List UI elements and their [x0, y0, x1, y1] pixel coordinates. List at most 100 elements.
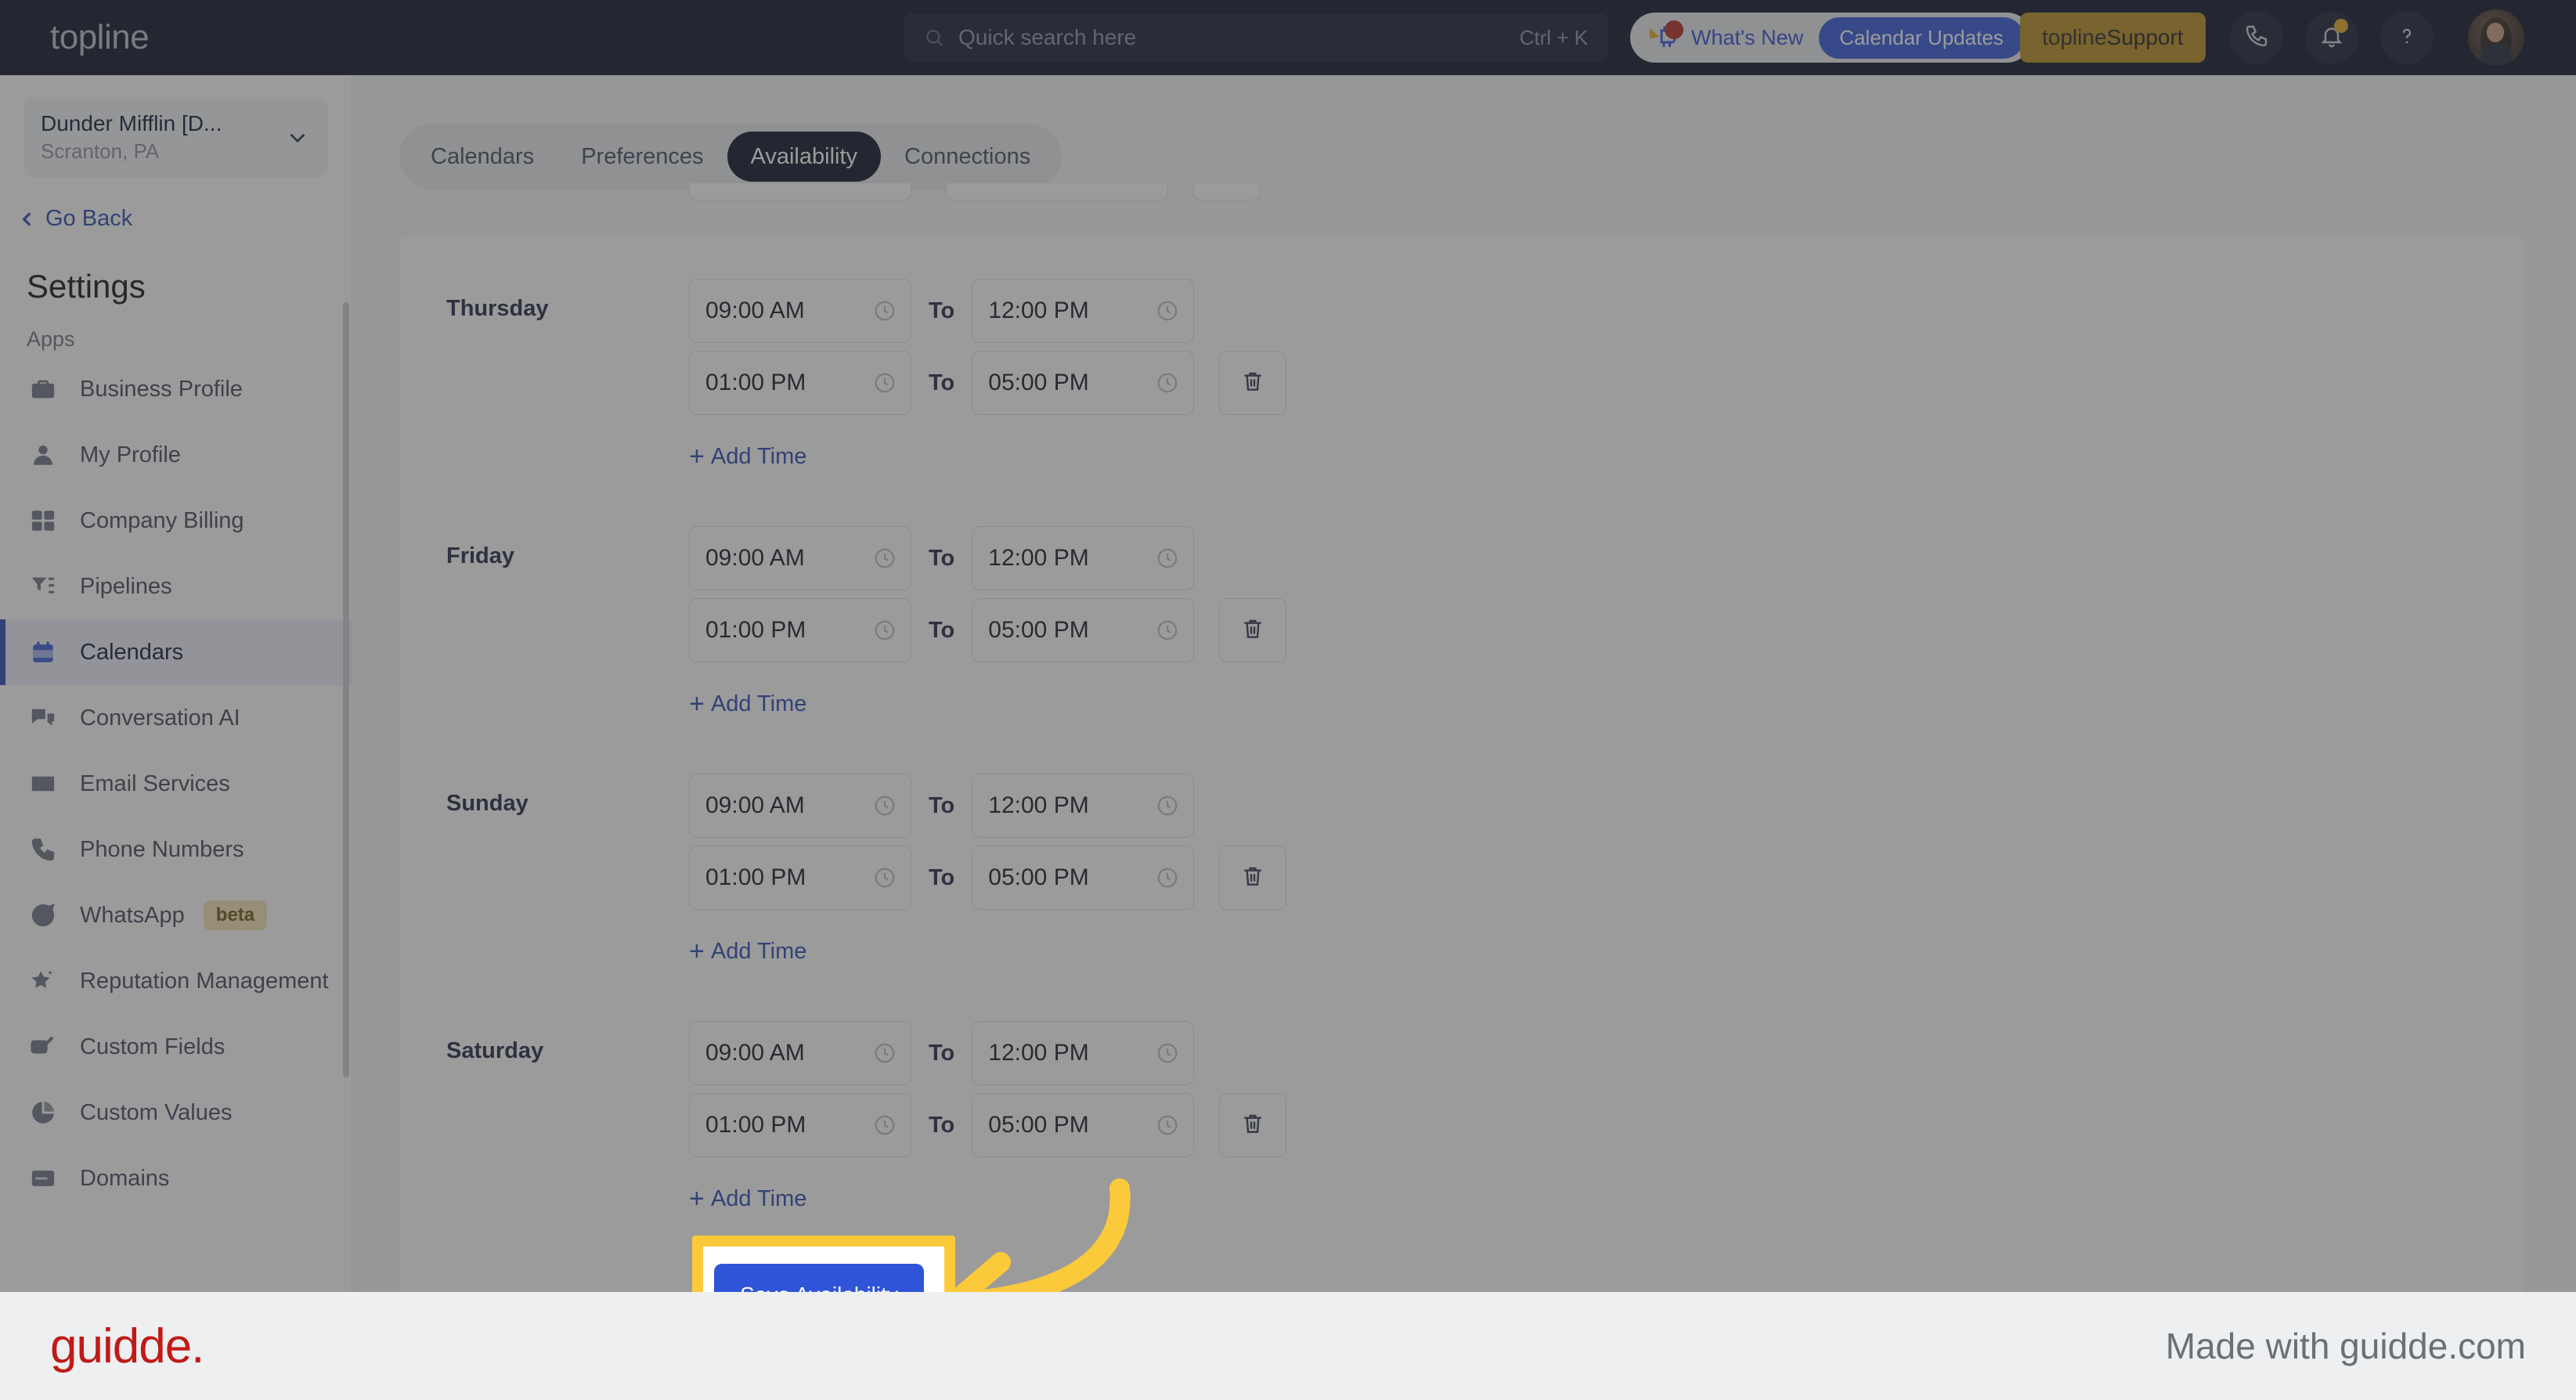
add-time-button[interactable]: + Add Time	[689, 1185, 806, 1212]
trash-icon	[1240, 864, 1265, 893]
tab-connections[interactable]: Connections	[881, 132, 1054, 182]
clock-icon[interactable]	[1156, 1113, 1179, 1137]
clock-icon[interactable]	[873, 619, 897, 642]
clock-icon[interactable]	[1156, 299, 1179, 323]
sidebar-item-label: WhatsApp	[80, 902, 185, 928]
clock-icon[interactable]	[1156, 547, 1179, 570]
start-time-input[interactable]: 09:00 AM	[689, 526, 911, 590]
user-avatar[interactable]	[2468, 9, 2524, 66]
search-icon	[924, 27, 944, 48]
sidebar-item-custom-values[interactable]: Custom Values	[0, 1080, 352, 1146]
support-label: Support	[2106, 25, 2184, 49]
sidebar-item-label: Calendars	[80, 639, 184, 665]
sidebar-item-my-profile[interactable]: My Profile	[0, 422, 352, 488]
topline-support-button[interactable]: topline Support	[2020, 13, 2206, 63]
clock-icon[interactable]	[873, 547, 897, 570]
sidebar-item-reputation-management[interactable]: Reputation Management	[0, 948, 352, 1014]
funnel-icon	[28, 572, 58, 601]
to-label: To	[929, 617, 955, 643]
sidebar-item-calendars[interactable]: Calendars	[0, 619, 352, 685]
day-label: Friday	[446, 543, 515, 568]
topline-logo[interactable]: topline	[50, 18, 150, 57]
end-time-input[interactable]: 05:00 PM	[972, 846, 1195, 910]
start-time-input[interactable]: 01:00 PM	[689, 1093, 911, 1157]
time-slot-row: 09:00 AM To 12:00 PM	[689, 1021, 1195, 1085]
application-root: topline Quick search here Ctrl + K What'…	[0, 0, 2576, 1400]
tab-preferences[interactable]: Preferences	[557, 132, 727, 182]
clock-icon[interactable]	[873, 1041, 897, 1065]
add-time-button[interactable]: + Add Time	[689, 691, 806, 717]
start-time-input[interactable]: 09:00 AM	[689, 279, 911, 343]
clock-icon[interactable]	[1156, 619, 1179, 642]
sidebar-item-pipelines[interactable]: Pipelines	[0, 554, 352, 619]
organization-name: Dunder Mifflin [D...	[41, 111, 222, 135]
end-time-input[interactable]: 05:00 PM	[972, 598, 1195, 662]
top-navigation-bar: topline Quick search here Ctrl + K What'…	[0, 0, 2576, 75]
plus-icon: +	[689, 1184, 705, 1214]
start-time-input[interactable]: 09:00 AM	[689, 1021, 911, 1085]
clock-icon[interactable]	[873, 371, 897, 395]
whats-new-button[interactable]: What's New Calendar Updates	[1630, 13, 2032, 63]
sidebar-item-conversation-ai[interactable]: Conversation AI	[0, 685, 352, 751]
to-label: To	[929, 1040, 955, 1066]
clock-icon[interactable]	[873, 866, 897, 889]
clock-icon[interactable]	[1156, 1041, 1179, 1065]
clock-icon[interactable]	[873, 794, 897, 817]
calendar-updates-badge[interactable]: Calendar Updates	[1819, 16, 2024, 59]
add-time-button[interactable]: + Add Time	[689, 443, 806, 470]
support-brand-label: topline	[2042, 25, 2107, 49]
start-time-input-value: 09:00 AM	[705, 298, 805, 323]
sidebar-item-business-profile[interactable]: Business Profile	[0, 356, 352, 422]
start-time-input[interactable]: 09:00 AM	[689, 774, 911, 838]
sidebar-item-custom-fields[interactable]: Custom Fields	[0, 1014, 352, 1080]
global-search-bar[interactable]: Quick search here Ctrl + K	[904, 13, 1608, 62]
end-time-input[interactable]: 12:00 PM	[972, 774, 1195, 838]
sidebar-item-label: Phone Numbers	[80, 836, 244, 862]
sidebar-item-domains[interactable]: Domains	[0, 1146, 352, 1211]
end-time-input[interactable]: 12:00 PM	[972, 279, 1195, 343]
end-time-input-value: 12:00 PM	[988, 1040, 1089, 1066]
chevron-down-icon	[284, 124, 311, 151]
delete-time-slot-button[interactable]	[1219, 1093, 1287, 1157]
end-time-input[interactable]: 12:00 PM	[972, 526, 1195, 590]
unread-indicator-dot	[2334, 19, 2348, 33]
start-time-input[interactable]: 01:00 PM	[689, 351, 911, 415]
clock-icon[interactable]	[1156, 371, 1179, 395]
clock-icon[interactable]	[873, 1113, 897, 1137]
delete-time-slot-button[interactable]	[1219, 598, 1287, 662]
clock-icon[interactable]	[1156, 794, 1179, 817]
organization-text: Dunder Mifflin [D... Scranton, PA	[41, 111, 284, 164]
guidde-footer-bar: guidde. Made with guidde.com	[0, 1292, 2576, 1400]
add-time-label: Add Time	[710, 443, 807, 469]
start-time-input[interactable]: 01:00 PM	[689, 598, 911, 662]
delete-time-slot-button[interactable]	[1219, 351, 1287, 415]
sidebar-item-company-billing[interactable]: Company Billing	[0, 488, 352, 554]
notifications-button[interactable]	[2305, 11, 2358, 64]
sidebar-item-email-services[interactable]: Email Services	[0, 751, 352, 817]
to-label: To	[929, 1112, 955, 1138]
add-time-button[interactable]: + Add Time	[689, 938, 806, 965]
guidde-logo: guidde.	[50, 1319, 204, 1373]
sidebar-scrollbar[interactable]	[343, 302, 349, 1077]
clock-icon[interactable]	[1156, 866, 1179, 889]
pie-chart-icon	[28, 1098, 58, 1128]
day-label: Saturday	[446, 1038, 544, 1063]
tab-availability[interactable]: Availability	[727, 132, 882, 182]
end-time-input[interactable]: 05:00 PM	[972, 351, 1195, 415]
phone-icon-button[interactable]	[2230, 11, 2283, 64]
clock-icon[interactable]	[873, 299, 897, 323]
tab-calendars[interactable]: Calendars	[407, 132, 557, 182]
star-sparkle-icon	[28, 966, 58, 996]
organization-switcher[interactable]: Dunder Mifflin [D... Scranton, PA	[23, 97, 328, 178]
sidebar-nav-list: Business Profile My Profile Company Billin…	[0, 356, 352, 1211]
delete-time-slot-button[interactable]	[1219, 846, 1287, 910]
end-time-input[interactable]: 05:00 PM	[972, 1093, 1195, 1157]
start-time-input[interactable]: 01:00 PM	[689, 846, 911, 910]
phone-icon	[2244, 23, 2269, 52]
avatar-body	[2481, 43, 2511, 66]
sidebar-item-phone-numbers[interactable]: Phone Numbers	[0, 817, 352, 882]
sidebar-item-whatsapp[interactable]: WhatsApp beta	[0, 882, 352, 948]
help-button[interactable]	[2380, 11, 2433, 64]
go-back-link[interactable]: Go Back	[17, 206, 352, 232]
end-time-input[interactable]: 12:00 PM	[972, 1021, 1195, 1085]
